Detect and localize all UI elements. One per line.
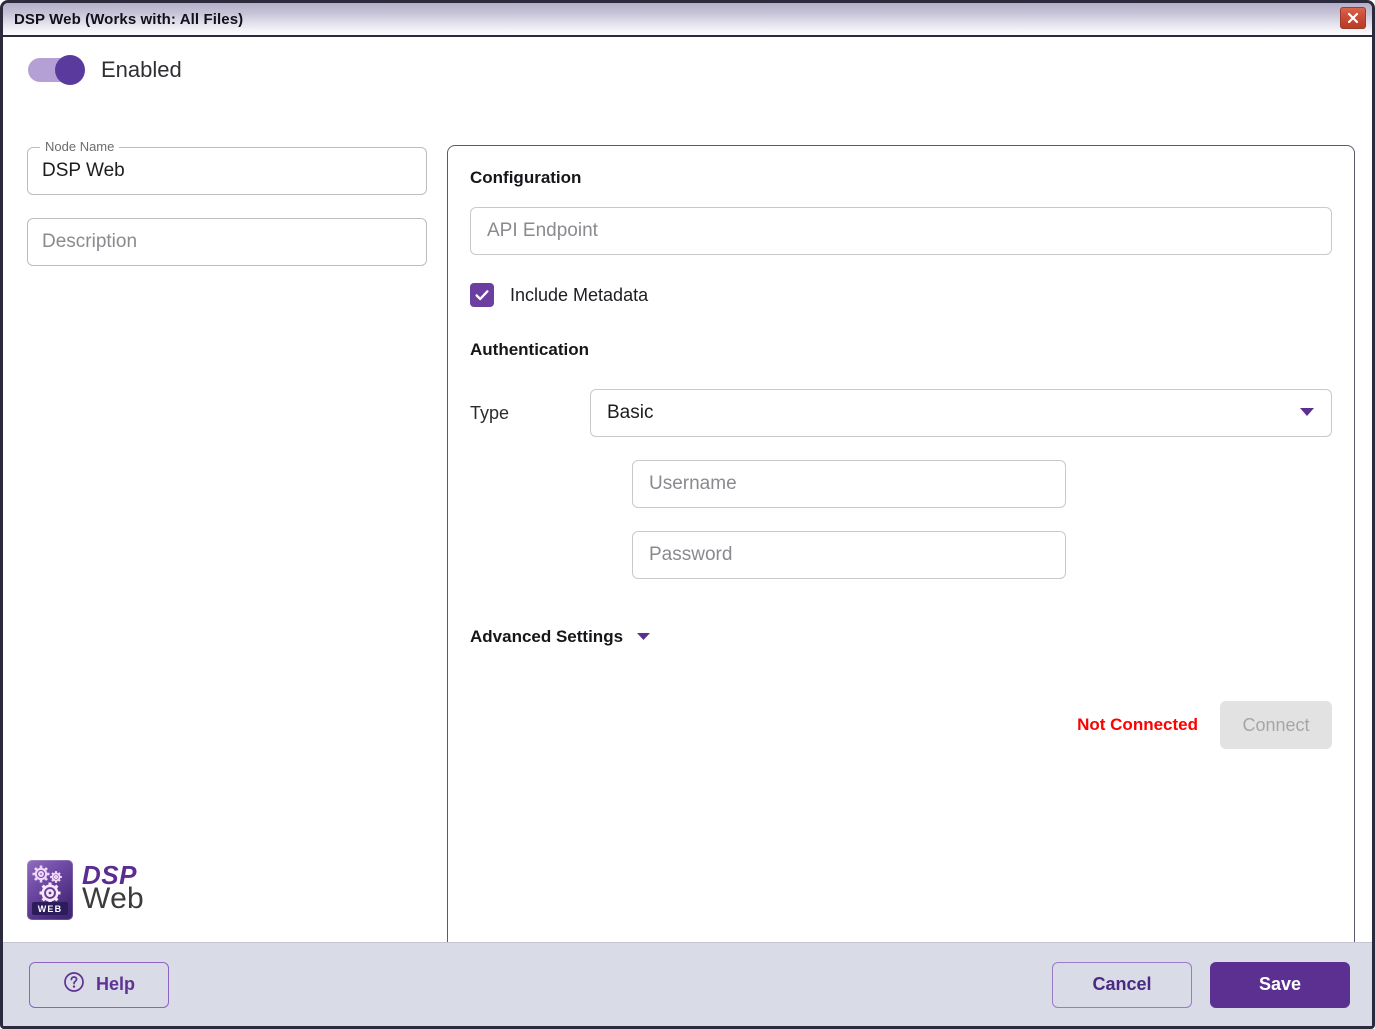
connection-row: Not Connected Connect — [470, 701, 1332, 749]
dialog-footer: Help Cancel Save — [3, 942, 1372, 1026]
enabled-toggle-label: Enabled — [101, 57, 182, 82]
password-placeholder: Password — [649, 544, 733, 565]
cancel-button[interactable]: Cancel — [1052, 961, 1192, 1008]
include-metadata-row: Include Metadata — [470, 283, 1332, 307]
description-placeholder: Description — [42, 231, 138, 252]
description-field[interactable]: Description — [27, 218, 427, 266]
node-name-label: Node Name — [40, 139, 120, 155]
gears-icon: WEB — [27, 860, 73, 920]
auth-type-select[interactable]: Basic — [590, 389, 1332, 437]
question-mark-icon — [63, 971, 85, 998]
chevron-down-icon — [636, 628, 651, 646]
advanced-settings-label: Advanced Settings — [470, 627, 624, 646]
api-endpoint-input[interactable]: API Endpoint — [470, 207, 1332, 255]
enabled-toggle-row: Enabled — [28, 55, 182, 85]
save-button[interactable]: Save — [1210, 961, 1350, 1008]
connection-status-badge: Not Connected — [1077, 715, 1198, 734]
api-endpoint-placeholder: API Endpoint — [487, 220, 598, 241]
help-button-label: Help — [95, 974, 135, 994]
dialog-window: DSP Web (Works with: All Files) Enabled … — [0, 0, 1375, 1029]
username-placeholder: Username — [649, 473, 737, 494]
dsp-web-logo: WEB DSP Web — [27, 860, 144, 920]
include-metadata-checkbox[interactable] — [470, 283, 494, 307]
chevron-down-icon — [1299, 404, 1315, 422]
configuration-panel: Configuration API Endpoint Include Metad… — [447, 145, 1355, 942]
help-button[interactable]: Help — [29, 961, 169, 1008]
authentication-heading: Authentication — [470, 340, 589, 359]
include-metadata-label: Include Metadata — [510, 284, 649, 305]
enabled-toggle[interactable] — [28, 55, 85, 85]
node-name-field[interactable]: Node Name DSP Web — [27, 139, 427, 195]
logo-web-text: Web — [82, 882, 145, 916]
left-column: Node Name DSP Web Description — [27, 139, 427, 266]
node-name-value: DSP Web — [42, 160, 125, 181]
password-input[interactable]: Password — [632, 531, 1066, 579]
auth-type-value: Basic — [607, 402, 654, 423]
close-icon[interactable] — [1340, 7, 1366, 29]
logo-web-badge: WEB — [32, 902, 68, 915]
title-bar: DSP Web (Works with: All Files) — [3, 3, 1372, 37]
toggle-knob — [55, 55, 85, 85]
window-title: DSP Web (Works with: All Files) — [14, 10, 244, 28]
logo-wordmark: DSP Web — [82, 862, 145, 916]
auth-type-row: Type Basic — [470, 389, 1332, 437]
configuration-heading: Configuration — [470, 168, 582, 187]
connect-button[interactable]: Connect — [1220, 701, 1332, 749]
advanced-settings-toggle[interactable]: Advanced Settings — [470, 627, 651, 647]
dialog-body: Enabled Node Name DSP Web Description WE… — [3, 37, 1372, 942]
auth-type-label: Type — [470, 402, 510, 423]
username-input[interactable]: Username — [632, 460, 1066, 508]
